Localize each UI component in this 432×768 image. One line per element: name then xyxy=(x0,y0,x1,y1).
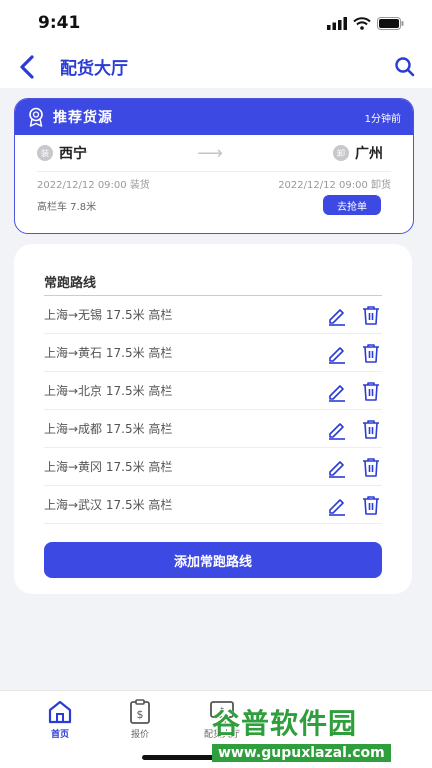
delete-icon[interactable] xyxy=(360,380,382,402)
battery-icon xyxy=(377,16,404,30)
recommended-cargo-card[interactable]: 推荐货源 1分钟前 装 西宁 ⟶ 卸 广州 2022/12/12 09:00 装… xyxy=(14,98,414,234)
date-row: 2022/12/12 09:00 装货 2022/12/12 09:00 卸货 xyxy=(15,172,413,194)
tab-quote-label: 报价 xyxy=(130,730,149,740)
status-time: 9:41 xyxy=(38,13,81,33)
edit-icon[interactable] xyxy=(326,304,348,326)
route-text: 上海→黄石 17.5米 高栏 xyxy=(44,346,173,360)
route-item: 上海→黄石 17.5米 高栏 xyxy=(44,334,382,372)
delete-icon[interactable] xyxy=(360,456,382,478)
wifi-icon xyxy=(353,16,371,30)
frequent-routes-card: 常跑路线 上海→无锡 17.5米 高栏 上海→黄石 17.5米 高栏 上海→北京… xyxy=(14,244,412,594)
edit-icon[interactable] xyxy=(326,456,348,478)
load-date: 2022/12/12 09:00 装货 xyxy=(37,179,150,191)
route-text: 上海→北京 17.5米 高栏 xyxy=(44,384,173,398)
route-item: 上海→成都 17.5米 高栏 xyxy=(44,410,382,448)
unload-date: 2022/12/12 09:00 卸货 xyxy=(278,179,391,191)
recommended-header: 推荐货源 1分钟前 xyxy=(15,99,413,135)
add-route-button[interactable]: 添加常跑路线 xyxy=(44,542,382,578)
recommended-title: 推荐货源 xyxy=(53,110,113,126)
edit-icon[interactable] xyxy=(326,418,348,440)
delete-icon[interactable] xyxy=(360,304,382,326)
signal-icon xyxy=(327,16,347,30)
origin-city: 西宁 xyxy=(59,146,87,162)
route-arrow-icon: ⟶ xyxy=(197,142,223,164)
tab-home-label: 首页 xyxy=(50,730,69,740)
tab-home[interactable]: 首页 xyxy=(30,699,90,740)
delete-icon[interactable] xyxy=(360,418,382,440)
watermark-url: www.gupuxlazal.com xyxy=(212,744,391,762)
destination-city: 广州 xyxy=(355,146,383,162)
badge-icon xyxy=(29,107,43,127)
route-row: 装 西宁 ⟶ 卸 广州 xyxy=(15,135,413,171)
svg-text:$: $ xyxy=(137,708,144,721)
route-item: 上海→北京 17.5米 高栏 xyxy=(44,372,382,410)
delete-icon[interactable] xyxy=(360,494,382,516)
truck-row: 高栏车 7.8米 去抢单 xyxy=(15,194,413,216)
route-text: 上海→武汉 17.5米 高栏 xyxy=(44,498,173,512)
truck-info: 高栏车 7.8米 xyxy=(37,201,97,213)
route-text: 上海→成都 17.5米 高栏 xyxy=(44,422,173,436)
tab-quote[interactable]: $ 报价 xyxy=(110,699,170,740)
status-bar: 9:41 xyxy=(0,0,432,46)
search-icon[interactable] xyxy=(392,54,418,80)
status-icons xyxy=(327,16,404,30)
quote-icon: $ xyxy=(130,699,150,724)
route-text: 上海→黄冈 17.5米 高栏 xyxy=(44,460,173,474)
watermark-title: 谷普软件园 xyxy=(212,707,358,740)
load-badge: 装 xyxy=(37,145,53,161)
routes-title: 常跑路线 xyxy=(44,272,382,296)
recommended-time: 1分钟前 xyxy=(364,113,401,125)
edit-icon[interactable] xyxy=(326,380,348,402)
grab-order-button[interactable]: 去抢单 xyxy=(323,195,381,215)
edit-icon[interactable] xyxy=(326,494,348,516)
home-icon xyxy=(48,700,72,724)
route-list: 上海→无锡 17.5米 高栏 上海→黄石 17.5米 高栏 上海→北京 17.5… xyxy=(44,296,382,524)
route-text: 上海→无锡 17.5米 高栏 xyxy=(44,308,173,322)
edit-icon[interactable] xyxy=(326,342,348,364)
delete-icon[interactable] xyxy=(360,342,382,364)
nav-bar: 配货大厅 xyxy=(0,46,432,88)
page-title: 配货大厅 xyxy=(60,59,128,79)
watermark: 谷普软件园 www.gupuxlazal.com xyxy=(212,702,426,764)
route-item: 上海→无锡 17.5米 高栏 xyxy=(44,296,382,334)
back-arrow-icon[interactable] xyxy=(14,52,42,82)
route-item: 上海→武汉 17.5米 高栏 xyxy=(44,486,382,524)
route-item: 上海→黄冈 17.5米 高栏 xyxy=(44,448,382,486)
unload-badge: 卸 xyxy=(333,145,349,161)
